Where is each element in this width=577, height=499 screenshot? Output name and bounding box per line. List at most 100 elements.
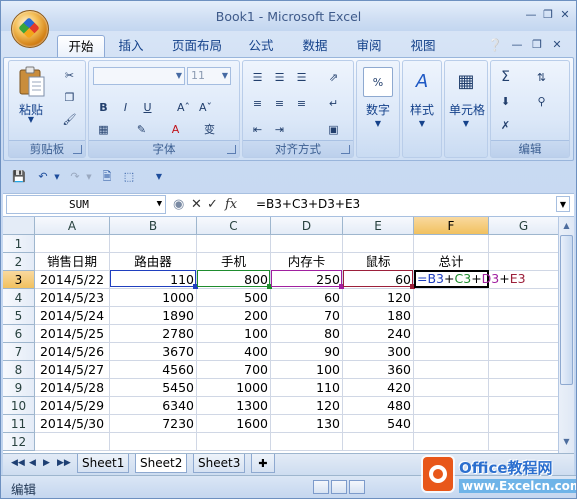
cell-d3[interactable]: 250 xyxy=(271,271,343,289)
cell-e5[interactable]: 180 xyxy=(343,307,414,325)
align-right-icon[interactable]: ≡ xyxy=(291,93,312,113)
cell-d10[interactable]: 120 xyxy=(271,397,343,415)
cell-b10[interactable]: 6340 xyxy=(110,397,197,415)
row-header-3[interactable]: 3 xyxy=(3,271,35,289)
column-header-a[interactable]: A xyxy=(35,217,110,235)
column-header-b[interactable]: B xyxy=(110,217,197,235)
close-button[interactable]: ✕ xyxy=(557,9,573,21)
cell-b1[interactable] xyxy=(110,235,197,253)
clipboard-launcher-icon[interactable] xyxy=(73,145,82,154)
sheet-tab-sheet2[interactable]: Sheet2 xyxy=(135,454,188,473)
page-layout-view-icon[interactable] xyxy=(331,480,347,494)
column-header-f[interactable]: F xyxy=(414,217,489,235)
cell-f10[interactable] xyxy=(414,397,489,415)
cell-d5[interactable]: 70 xyxy=(271,307,343,325)
align-middle-icon[interactable]: ☰ xyxy=(269,67,290,87)
cell-g9[interactable] xyxy=(489,379,558,397)
align-left-icon[interactable]: ≡ xyxy=(247,93,268,113)
align-top-icon[interactable]: ☰ xyxy=(247,67,268,87)
cell-e2[interactable]: 鼠标 xyxy=(343,253,414,271)
row-header-11[interactable]: 11 xyxy=(3,415,35,433)
cell-g7[interactable] xyxy=(489,343,558,361)
enter-icon[interactable]: ✓ xyxy=(207,195,218,214)
tab-formulas[interactable]: 公式 xyxy=(243,35,279,57)
sheet-tab-sheet3[interactable]: Sheet3 xyxy=(193,454,246,473)
cell-c3[interactable]: 800 xyxy=(197,271,271,289)
cell-a2[interactable]: 销售日期 xyxy=(35,253,110,271)
format-painter-icon[interactable]: 🖌 xyxy=(59,109,80,129)
styles-group[interactable]: A 样式 ▼ xyxy=(402,60,442,158)
grow-font-icon[interactable]: Aˆ xyxy=(173,97,194,117)
fill-color-icon[interactable]: ✎ xyxy=(131,119,152,139)
help-icon[interactable]: ❔ xyxy=(487,39,503,51)
cell-e6[interactable]: 240 xyxy=(343,325,414,343)
column-header-e[interactable]: E xyxy=(343,217,414,235)
alignment-launcher-icon[interactable] xyxy=(341,145,350,154)
column-header-c[interactable]: C xyxy=(197,217,271,235)
cell-c4[interactable]: 500 xyxy=(197,289,271,307)
cell-b8[interactable]: 4560 xyxy=(110,361,197,379)
cell-a11[interactable]: 2014/5/30 xyxy=(35,415,110,433)
range-handle[interactable] xyxy=(339,284,344,289)
cell-c11[interactable]: 1600 xyxy=(197,415,271,433)
styles-icon[interactable]: A xyxy=(409,67,435,95)
cell-f8[interactable] xyxy=(414,361,489,379)
page-break-view-icon[interactable] xyxy=(349,480,365,494)
cell-g12[interactable] xyxy=(489,433,558,451)
cell-d9[interactable]: 110 xyxy=(271,379,343,397)
cell-a7[interactable]: 2014/5/26 xyxy=(35,343,110,361)
merge-center-icon[interactable]: ▣ xyxy=(323,119,344,139)
cell-f7[interactable] xyxy=(414,343,489,361)
cell-b12[interactable] xyxy=(110,433,197,451)
vertical-scroll-thumb[interactable] xyxy=(560,235,573,385)
cell-f5[interactable] xyxy=(414,307,489,325)
underline-icon[interactable]: U xyxy=(137,97,158,117)
increase-indent-icon[interactable]: ⇥ xyxy=(269,119,290,139)
select-all-corner[interactable] xyxy=(3,217,35,235)
cell-c12[interactable] xyxy=(197,433,271,451)
clear-icon[interactable]: ✗ xyxy=(495,115,516,135)
cell-d12[interactable] xyxy=(271,433,343,451)
cell-e8[interactable]: 360 xyxy=(343,361,414,379)
range-handle[interactable] xyxy=(267,284,272,289)
active-cell-editor[interactable]: =B3+C3+D3+E3 xyxy=(414,270,526,288)
cell-a6[interactable]: 2014/5/25 xyxy=(35,325,110,343)
cell-f4[interactable] xyxy=(414,289,489,307)
cell-b11[interactable]: 7230 xyxy=(110,415,197,433)
cell-c7[interactable]: 400 xyxy=(197,343,271,361)
find-select-icon[interactable]: ⚲ xyxy=(531,91,552,111)
sheet-tab-sheet1[interactable]: Sheet1 xyxy=(77,454,130,473)
italic-icon[interactable]: I xyxy=(115,97,136,117)
cell-b2[interactable]: 路由器 xyxy=(110,253,197,271)
cell-g4[interactable] xyxy=(489,289,558,307)
cell-g10[interactable] xyxy=(489,397,558,415)
column-header-g[interactable]: G xyxy=(489,217,558,235)
paste-dropdown-icon[interactable]: ▼ xyxy=(23,115,39,124)
print-preview-icon[interactable]: 🗎 xyxy=(99,169,115,185)
cell-a9[interactable]: 2014/5/28 xyxy=(35,379,110,397)
cell-a3[interactable]: 2014/5/22 xyxy=(35,271,110,289)
tab-home[interactable]: 开始 xyxy=(57,35,105,58)
save-icon[interactable]: 💾 xyxy=(11,169,27,185)
chevron-down-icon[interactable]: ▼ xyxy=(49,169,65,185)
percent-icon[interactable]: % xyxy=(363,67,393,97)
cell-c8[interactable]: 700 xyxy=(197,361,271,379)
copy-icon[interactable]: ❐ xyxy=(59,87,80,107)
normal-view-icon[interactable] xyxy=(313,480,329,494)
row-header-6[interactable]: 6 xyxy=(3,325,35,343)
cell-b9[interactable]: 5450 xyxy=(110,379,197,397)
tab-page-layout[interactable]: 页面布局 xyxy=(167,35,227,57)
cell-g2[interactable] xyxy=(489,253,558,271)
cell-b6[interactable]: 2780 xyxy=(110,325,197,343)
font-size-dropdown[interactable]: 11 ▼ xyxy=(187,67,231,85)
font-launcher-icon[interactable] xyxy=(227,145,236,154)
customize-toolbar-icon[interactable]: ▼ xyxy=(151,169,167,185)
cell-a8[interactable]: 2014/5/27 xyxy=(35,361,110,379)
scroll-down-icon[interactable]: ▼ xyxy=(560,435,573,449)
cell-f6[interactable] xyxy=(414,325,489,343)
shrink-font-icon[interactable]: Aˇ xyxy=(195,97,216,117)
cells-icon[interactable]: ▦ xyxy=(453,67,479,95)
cell-a4[interactable]: 2014/5/23 xyxy=(35,289,110,307)
scroll-up-icon[interactable]: ▲ xyxy=(560,219,573,233)
restore-button[interactable]: ❐ xyxy=(540,9,556,21)
